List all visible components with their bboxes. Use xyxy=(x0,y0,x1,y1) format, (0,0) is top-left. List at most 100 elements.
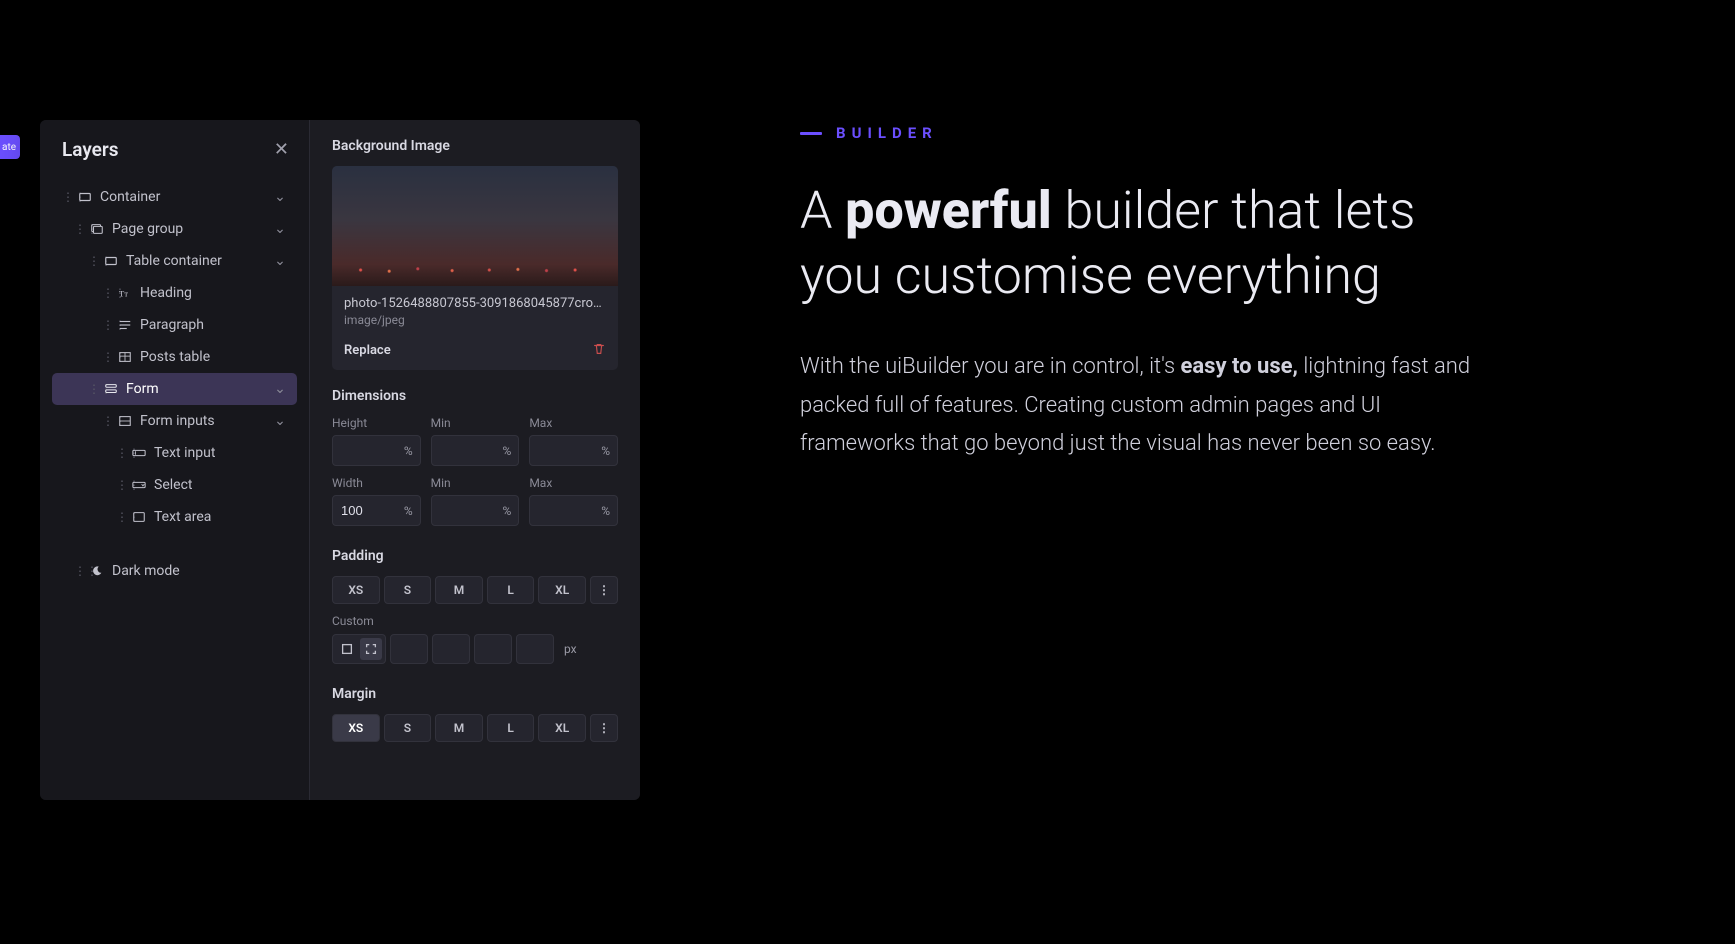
drag-handle-icon[interactable]: ⋮⋮ xyxy=(116,446,124,460)
container-icon xyxy=(78,190,92,204)
replace-button[interactable]: Replace xyxy=(344,343,391,358)
height-label: Height xyxy=(332,416,421,430)
drag-handle-icon[interactable]: ⋮⋮ xyxy=(62,190,70,204)
drag-handle-icon[interactable]: ⋮⋮ xyxy=(88,254,96,268)
layer-form-inputs[interactable]: ⋮⋮ Form inputs ⌄ xyxy=(52,405,297,437)
padding-left-input[interactable] xyxy=(516,634,554,664)
height-min-label: Min xyxy=(431,416,520,430)
padding-xl-button[interactable]: XL xyxy=(538,576,586,604)
dimensions-title: Dimensions xyxy=(332,388,618,404)
paragraph-icon xyxy=(118,318,132,332)
layer-form[interactable]: ⋮⋮ Form ⌄ xyxy=(52,373,297,405)
margin-s-button[interactable]: S xyxy=(384,714,432,742)
padding-more-button[interactable]: ⋮ xyxy=(590,576,618,604)
padding-top-input[interactable] xyxy=(390,634,428,664)
hero-heading: A powerful builder that lets you customi… xyxy=(800,178,1500,308)
width-input[interactable] xyxy=(332,495,421,526)
layer-label: Posts table xyxy=(140,349,287,365)
hero-heading-bold: powerful xyxy=(845,180,1052,241)
drag-handle-icon[interactable]: ⋮⋮ xyxy=(102,286,110,300)
padding-mode-group xyxy=(332,634,386,664)
builder-panels: Layers ✕ ⋮⋮ Container ⌄ ⋮⋮ Page group ⌄ xyxy=(40,120,640,800)
layer-text-area[interactable]: ⋮⋮ Text area xyxy=(52,501,297,533)
layer-label: Form xyxy=(126,381,265,397)
layer-heading[interactable]: ⋮⋮ Tт Heading xyxy=(52,277,297,309)
chevron-down-icon[interactable]: ⌄ xyxy=(273,221,287,237)
height-max-input[interactable] xyxy=(529,435,618,466)
layers-header: Layers ✕ xyxy=(40,120,309,175)
width-max-input[interactable] xyxy=(529,495,618,526)
hero-heading-prefix: A xyxy=(800,180,845,241)
inputs-icon xyxy=(118,414,132,428)
margin-m-button[interactable]: M xyxy=(435,714,483,742)
drag-handle-icon[interactable]: ⋮⋮ xyxy=(116,478,124,492)
layer-label: Text input xyxy=(154,445,287,461)
padding-m-button[interactable]: M xyxy=(435,576,483,604)
layer-label: Form inputs xyxy=(140,413,265,429)
bg-image-filename: photo-1526488807855-3091868045877cro… xyxy=(344,296,606,311)
padding-mode-single-button[interactable] xyxy=(336,638,358,660)
hero-body-1: With the uiBuilder you are in control, i… xyxy=(800,354,1181,379)
height-input[interactable] xyxy=(332,435,421,466)
create-button-edge-label: ate xyxy=(2,142,16,153)
padding-xs-button[interactable]: XS xyxy=(332,576,380,604)
margin-more-button[interactable]: ⋮ xyxy=(590,714,618,742)
layer-text-input[interactable]: ⋮⋮ Text input xyxy=(52,437,297,469)
eyebrow: BUILDER xyxy=(800,124,1500,142)
width-label: Width xyxy=(332,476,421,490)
drag-handle-icon[interactable]: ⋮⋮ xyxy=(116,510,124,524)
layer-label: Dark mode xyxy=(112,563,287,579)
layer-dark-mode[interactable]: ⋮⋮ Dark mode xyxy=(52,555,297,587)
drag-handle-icon[interactable]: ⋮⋮ xyxy=(74,564,82,578)
drag-handle-icon[interactable]: ⋮⋮ xyxy=(88,382,96,396)
drag-handle-icon[interactable]: ⋮⋮ xyxy=(102,414,110,428)
width-row: Width % Min % Max % xyxy=(332,476,618,526)
moon-icon xyxy=(90,564,104,578)
padding-right-input[interactable] xyxy=(432,634,470,664)
trash-icon[interactable] xyxy=(592,341,606,360)
padding-l-button[interactable]: L xyxy=(487,576,535,604)
layer-posts-table[interactable]: ⋮⋮ Posts table xyxy=(52,341,297,373)
close-icon[interactable]: ✕ xyxy=(274,141,289,159)
layer-label: Text area xyxy=(154,509,287,525)
layer-label: Heading xyxy=(140,285,287,301)
margin-xs-button[interactable]: XS xyxy=(332,714,380,742)
padding-custom-label: Custom xyxy=(332,614,618,628)
chevron-down-icon[interactable]: ⌄ xyxy=(273,381,287,397)
height-min-input[interactable] xyxy=(431,435,520,466)
bg-image-thumbnail[interactable] xyxy=(332,166,618,286)
container-icon xyxy=(104,254,118,268)
padding-sizes: XS S M L XL ⋮ xyxy=(332,576,618,604)
drag-handle-icon[interactable]: ⋮⋮ xyxy=(102,318,110,332)
square-icon xyxy=(340,642,354,656)
padding-bottom-input[interactable] xyxy=(474,634,512,664)
more-vertical-icon: ⋮ xyxy=(598,721,610,735)
padding-mode-sides-button[interactable] xyxy=(360,638,382,660)
layer-label: Page group xyxy=(112,221,265,237)
create-button-edge[interactable]: ate xyxy=(0,135,20,159)
drag-handle-icon[interactable]: ⋮⋮ xyxy=(102,350,110,364)
height-max-label: Max xyxy=(529,416,618,430)
chevron-down-icon[interactable]: ⌄ xyxy=(273,189,287,205)
margin-xl-button[interactable]: XL xyxy=(538,714,586,742)
width-min-input[interactable] xyxy=(431,495,520,526)
layer-paragraph[interactable]: ⋮⋮ Paragraph xyxy=(52,309,297,341)
properties-panel: Background Image photo-1526488807855-309… xyxy=(310,120,640,800)
layer-container[interactable]: ⋮⋮ Container ⌄ xyxy=(52,181,297,213)
chevron-down-icon[interactable]: ⌄ xyxy=(273,413,287,429)
drag-handle-icon[interactable]: ⋮⋮ xyxy=(74,222,82,236)
chevron-down-icon[interactable]: ⌄ xyxy=(273,253,287,269)
eyebrow-text: BUILDER xyxy=(836,124,938,142)
form-icon xyxy=(104,382,118,396)
layer-page-group[interactable]: ⋮⋮ Page group ⌄ xyxy=(52,213,297,245)
heading-icon: Tт xyxy=(118,286,132,300)
padding-title: Padding xyxy=(332,548,618,564)
layer-select[interactable]: ⋮⋮ Select xyxy=(52,469,297,501)
margin-l-button[interactable]: L xyxy=(487,714,535,742)
margin-title: Margin xyxy=(332,686,618,702)
hero-body-bold: easy to use, xyxy=(1181,354,1298,379)
layer-table-container[interactable]: ⋮⋮ Table container ⌄ xyxy=(52,245,297,277)
layers-title: Layers xyxy=(62,138,118,161)
select-icon xyxy=(132,478,146,492)
padding-s-button[interactable]: S xyxy=(384,576,432,604)
